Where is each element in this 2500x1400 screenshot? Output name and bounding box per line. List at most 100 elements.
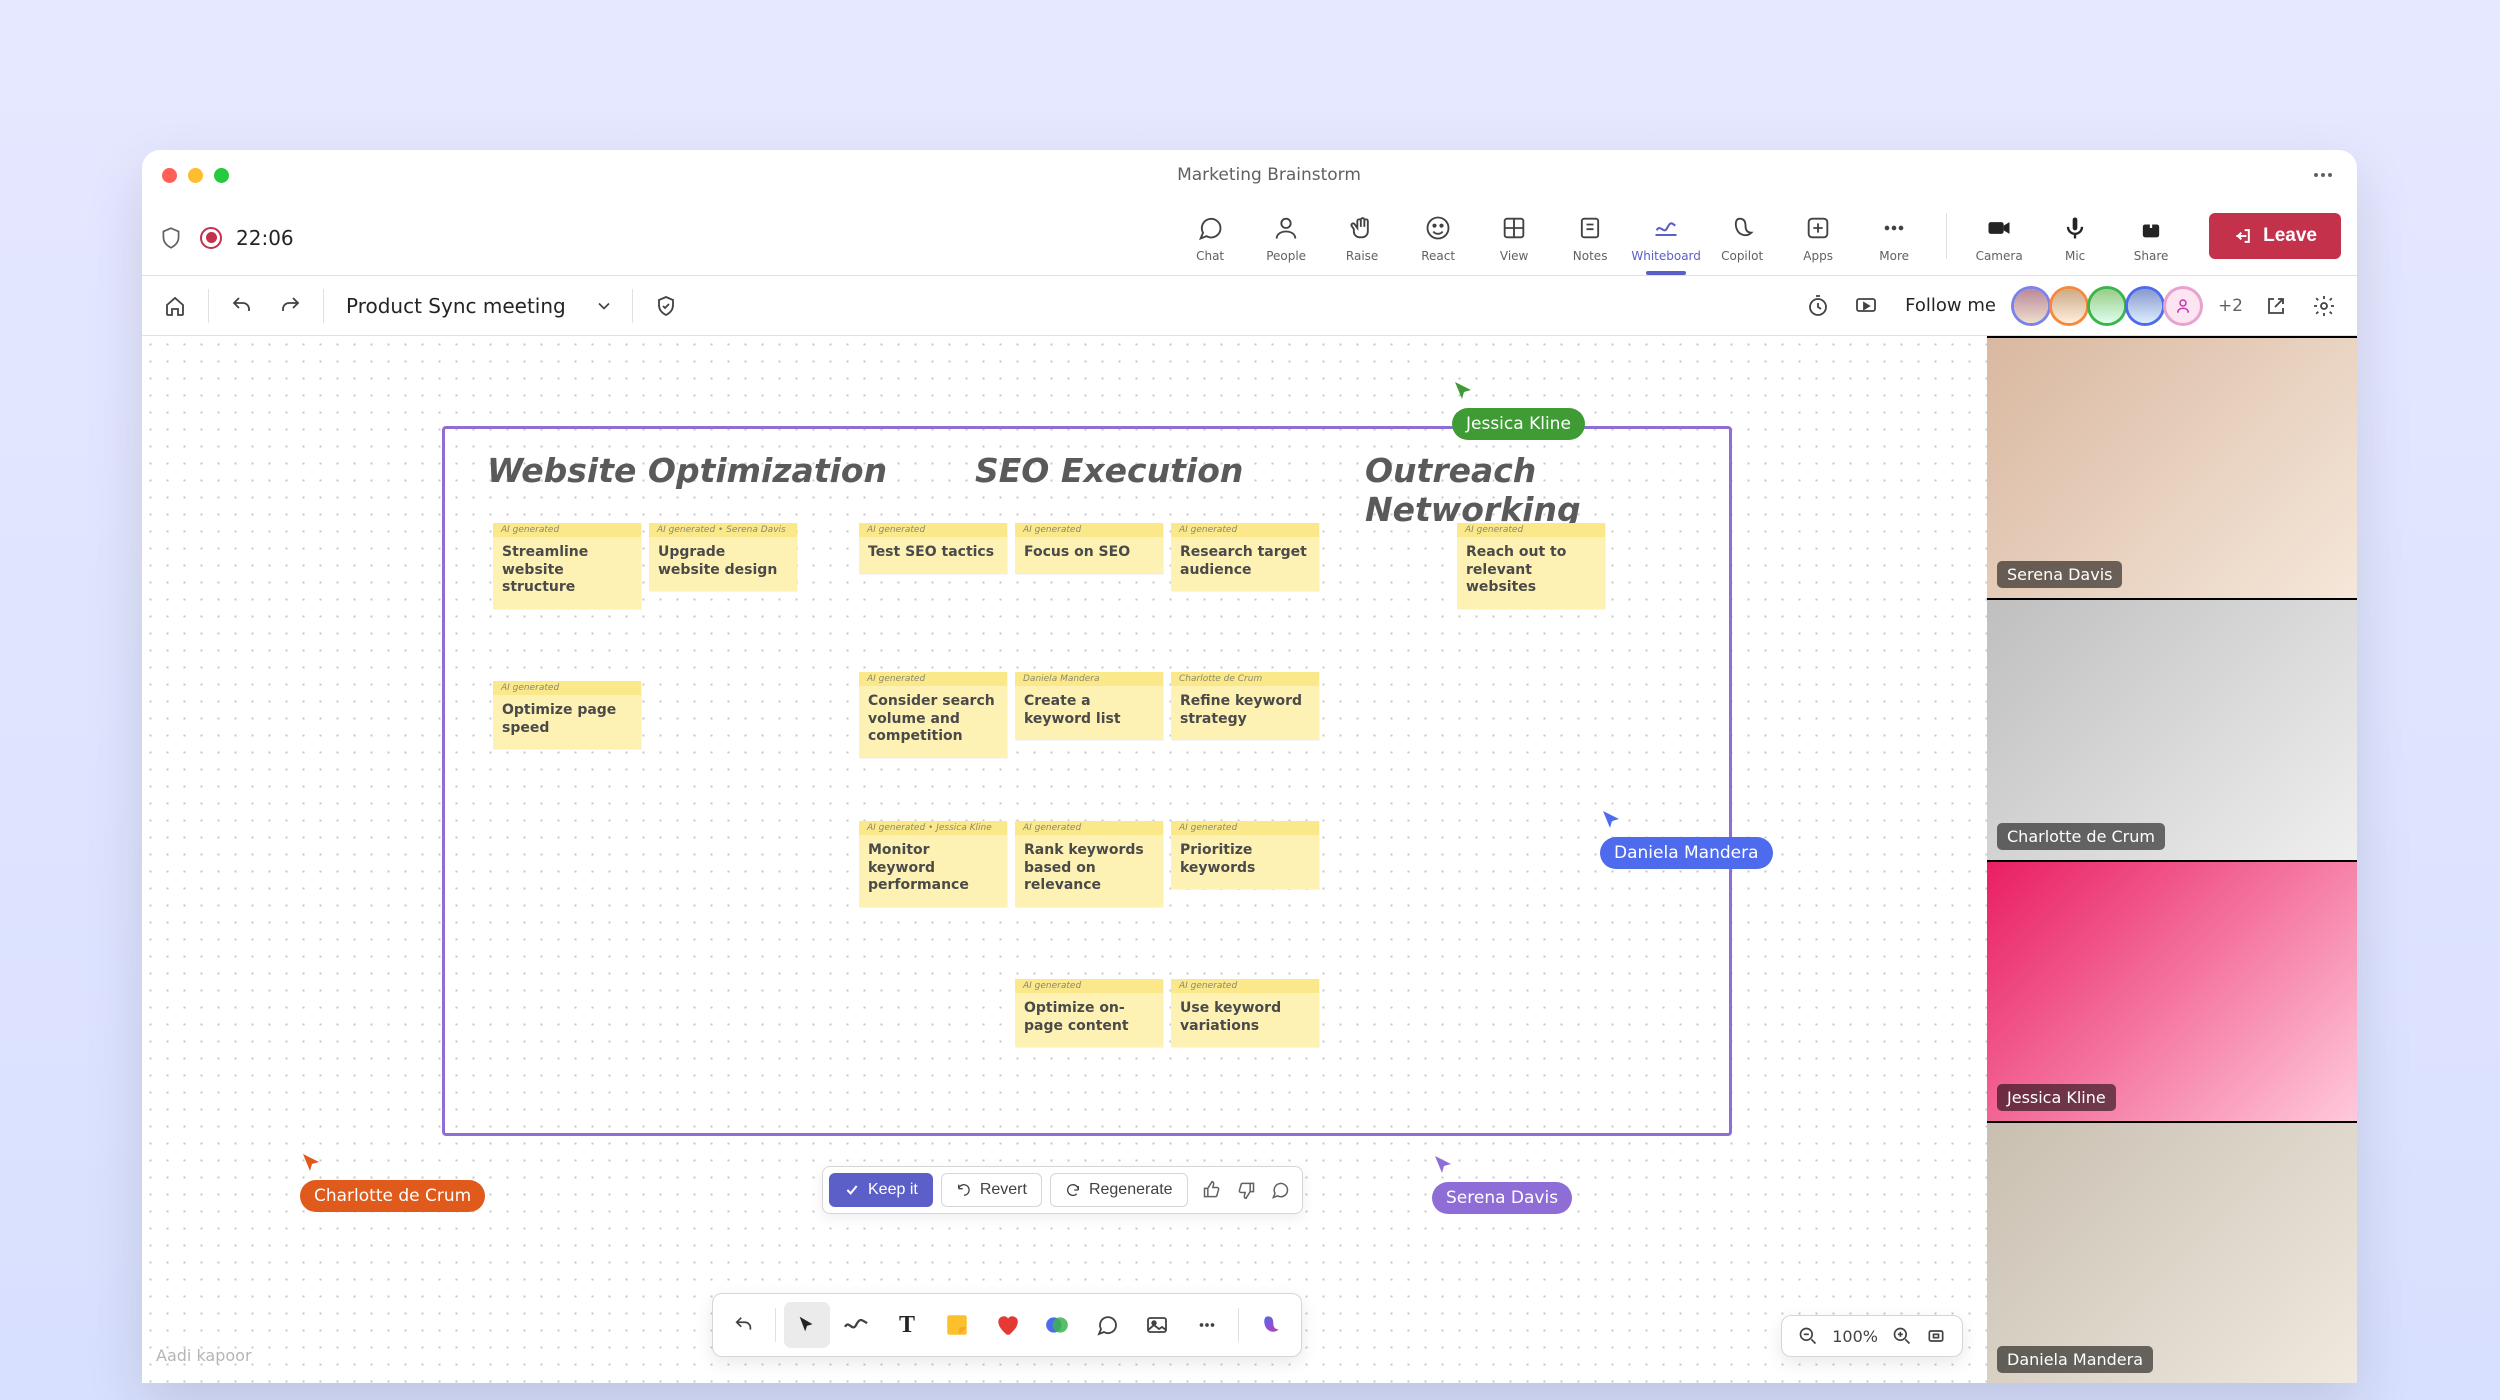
redo-button[interactable] <box>275 291 305 321</box>
chevron-down-icon[interactable] <box>594 296 614 316</box>
feedback-button[interactable] <box>1270 1180 1290 1200</box>
sticky-note[interactable]: AI generated • Serena DavisUpgrade websi… <box>649 523 797 591</box>
avatar[interactable] <box>2090 289 2124 323</box>
whiteboard-toolbar: Product Sync meeting Follow me +2 <box>142 276 2357 336</box>
zoom-fit-button[interactable] <box>1926 1326 1946 1346</box>
recording-indicator-icon[interactable] <box>200 227 222 249</box>
tool-more[interactable] <box>1184 1302 1230 1348</box>
separator <box>1238 1308 1239 1342</box>
thumbs-up-button[interactable] <box>1202 1180 1222 1200</box>
tool-comment[interactable] <box>1084 1302 1130 1348</box>
tool-image[interactable] <box>1134 1302 1180 1348</box>
canvas-tools: T <box>712 1293 1302 1357</box>
notes-button[interactable]: Notes <box>1552 213 1628 263</box>
react-button[interactable]: React <box>1400 213 1476 263</box>
apps-button[interactable]: Apps <box>1780 213 1856 263</box>
raise-hand-button[interactable]: Raise <box>1324 213 1400 263</box>
window-titlebar: Marketing Brainstorm <box>142 150 2357 200</box>
tool-undo[interactable] <box>721 1302 767 1348</box>
tool-shape[interactable] <box>1034 1302 1080 1348</box>
whiteboard-canvas[interactable]: Website Optimization SEO Execution Outre… <box>142 336 1987 1383</box>
chat-button[interactable]: Chat <box>1172 213 1248 263</box>
sticky-note[interactable]: Daniela ManderaCreate a keyword list <box>1015 672 1163 740</box>
thumbs-down-button[interactable] <box>1236 1180 1256 1200</box>
video-tile[interactable]: Serena Davis <box>1987 338 2357 598</box>
people-button[interactable]: People <box>1248 213 1324 263</box>
sticky-note[interactable]: AI generatedPrioritize keywords <box>1171 821 1319 889</box>
share-button[interactable]: Share <box>2113 213 2189 263</box>
tool-copilot[interactable] <box>1247 1302 1293 1348</box>
tool-select[interactable] <box>784 1302 830 1348</box>
follow-me-label[interactable]: Follow me <box>1905 295 1996 316</box>
undo-button[interactable] <box>227 291 257 321</box>
sticky-note[interactable]: Charlotte de CrumRefine keyword strategy <box>1171 672 1319 740</box>
ai-action-bar: Keep it Revert Regenerate <box>822 1166 1303 1214</box>
sticky-note[interactable]: AI generatedOptimize page speed <box>493 681 641 749</box>
home-icon <box>163 294 187 318</box>
avatar[interactable] <box>2052 289 2086 323</box>
shield-icon[interactable] <box>158 225 184 251</box>
whiteboard-name[interactable]: Product Sync meeting <box>346 294 566 318</box>
sticky-note[interactable]: AI generatedResearch target audience <box>1171 523 1319 591</box>
user-watermark: Aadi kapoor <box>156 1346 252 1365</box>
tool-sticky[interactable] <box>934 1302 980 1348</box>
column-heading[interactable]: Outreach Networking <box>1365 451 1729 529</box>
home-button[interactable] <box>160 291 190 321</box>
video-tile[interactable]: Charlotte de Crum <box>1987 600 2357 860</box>
app-window: Marketing Brainstorm 22:06 Chat People R… <box>142 150 2357 1383</box>
settings-button[interactable] <box>2309 291 2339 321</box>
permissions-icon <box>654 294 678 318</box>
cursor-jessica: Jessica Kline <box>1452 380 1585 440</box>
copilot-button[interactable]: Copilot <box>1704 213 1780 263</box>
keep-button[interactable]: Keep it <box>829 1173 933 1207</box>
more-participants-count[interactable]: +2 <box>2218 296 2243 316</box>
sticky-note[interactable]: AI generated • Jessica KlineMonitor keyw… <box>859 821 1007 907</box>
close-dot[interactable] <box>162 168 177 183</box>
view-button[interactable]: View <box>1476 213 1552 263</box>
sticky-note[interactable]: AI generatedFocus on SEO <box>1015 523 1163 574</box>
permissions-button[interactable] <box>651 291 681 321</box>
zoom-out-button[interactable] <box>1798 1326 1818 1346</box>
sticky-note[interactable]: AI generatedConsider search volume and c… <box>859 672 1007 758</box>
column-heading[interactable]: SEO Execution <box>975 451 1243 490</box>
tool-draw[interactable] <box>834 1302 880 1348</box>
camera-button[interactable]: Camera <box>1961 213 2037 263</box>
avatar[interactable] <box>2128 289 2162 323</box>
mic-button[interactable]: Mic <box>2037 213 2113 263</box>
tool-reaction[interactable] <box>984 1302 1030 1348</box>
sticky-note[interactable]: AI generatedRank keywords based on relev… <box>1015 821 1163 907</box>
check-icon <box>844 1182 860 1198</box>
sticky-note[interactable]: AI generatedTest SEO tactics <box>859 523 1007 574</box>
column-heading[interactable]: Website Optimization <box>487 451 887 490</box>
window-more-icon[interactable] <box>2309 173 2337 177</box>
traffic-lights <box>162 168 229 183</box>
sticky-note[interactable]: AI generatedUse keyword variations <box>1171 979 1319 1047</box>
window-title: Marketing Brainstorm <box>229 165 2309 185</box>
whiteboard-frame[interactable]: Website Optimization SEO Execution Outre… <box>442 426 1732 1136</box>
video-tile[interactable]: Daniela Mandera <box>1987 1123 2357 1383</box>
tool-text[interactable]: T <box>884 1302 930 1348</box>
separator <box>208 289 209 323</box>
leave-button[interactable]: Leave <box>2209 213 2341 259</box>
avatar[interactable] <box>2014 289 2048 323</box>
thumbs-down-icon <box>1236 1180 1256 1200</box>
more-icon <box>1880 214 1908 242</box>
meeting-toolbar: 22:06 Chat People Raise React View <box>142 200 2357 276</box>
sticky-note[interactable]: AI generatedStreamline website structure <box>493 523 641 609</box>
minimize-dot[interactable] <box>188 168 203 183</box>
avatar-empty[interactable] <box>2166 289 2200 323</box>
regenerate-button[interactable]: Regenerate <box>1050 1173 1188 1207</box>
more-button[interactable]: More <box>1856 213 1932 263</box>
whiteboard-button[interactable]: Whiteboard <box>1628 213 1704 263</box>
sticky-note[interactable]: AI generatedOptimize on-page content <box>1015 979 1163 1047</box>
sticky-note[interactable]: AI generatedReach out to relevant websit… <box>1457 523 1605 609</box>
person-icon <box>2174 297 2192 315</box>
fullscreen-dot[interactable] <box>214 168 229 183</box>
revert-button[interactable]: Revert <box>941 1173 1042 1207</box>
timer-button[interactable] <box>1803 291 1833 321</box>
zoom-in-button[interactable] <box>1892 1326 1912 1346</box>
video-tile[interactable]: Jessica Kline <box>1987 862 2357 1122</box>
share-link-button[interactable] <box>2261 291 2291 321</box>
separator <box>632 289 633 323</box>
present-button[interactable] <box>1851 291 1881 321</box>
